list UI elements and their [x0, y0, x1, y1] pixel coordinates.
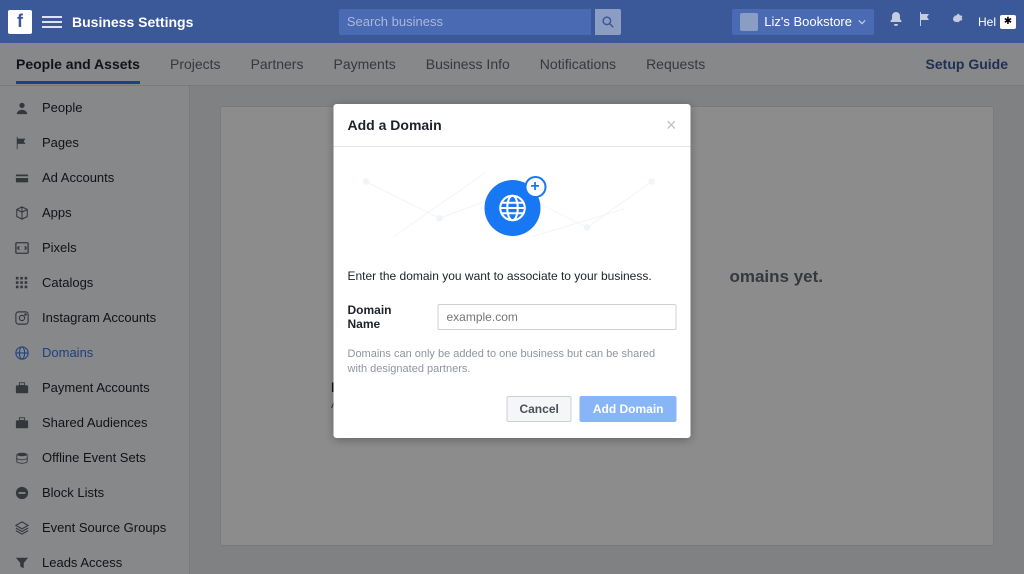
business-name: Liz's Bookstore	[764, 14, 852, 29]
cancel-button[interactable]: Cancel	[506, 396, 571, 422]
business-selector[interactable]: Liz's Bookstore	[732, 9, 874, 35]
domain-field-row: Domain Name	[348, 303, 677, 331]
business-thumb	[740, 13, 758, 31]
modal-body: + Enter the domain you want to associate…	[334, 147, 691, 438]
add-domain-modal: Add a Domain × + Enter the domain you wa…	[334, 104, 691, 438]
flag-icon[interactable]	[918, 11, 934, 32]
bell-icon[interactable]	[888, 11, 904, 32]
modal-illustration: +	[348, 163, 677, 253]
close-icon[interactable]: ×	[666, 116, 677, 134]
plus-icon: +	[524, 176, 546, 198]
modal-note: Domains can only be added to one busines…	[348, 347, 677, 378]
topbar: f Business Settings Liz's Bookstore Hel …	[0, 0, 1024, 43]
search-button[interactable]	[595, 9, 621, 35]
search-wrap	[339, 9, 621, 35]
modal-header: Add a Domain ×	[334, 104, 691, 147]
chevron-down-icon	[858, 18, 866, 26]
search-input[interactable]	[339, 9, 591, 35]
topbar-right: Liz's Bookstore Hel ✱	[732, 9, 1016, 35]
modal-title: Add a Domain	[348, 117, 442, 133]
globe-icon	[498, 194, 526, 222]
help-link[interactable]: Hel ✱	[978, 15, 1016, 29]
domain-input[interactable]	[438, 304, 677, 330]
domain-field-label: Domain Name	[348, 303, 428, 331]
gear-icon[interactable]	[948, 11, 964, 32]
add-domain-button[interactable]: Add Domain	[580, 396, 677, 422]
facebook-logo[interactable]: f	[8, 10, 32, 34]
page-title: Business Settings	[72, 14, 193, 30]
bug-icon: ✱	[1000, 15, 1016, 29]
modal-footer: Cancel Add Domain	[348, 396, 677, 422]
globe-badge: +	[484, 180, 540, 236]
search-icon	[602, 16, 614, 28]
menu-icon[interactable]	[42, 13, 62, 31]
modal-description: Enter the domain you want to associate t…	[348, 269, 677, 283]
